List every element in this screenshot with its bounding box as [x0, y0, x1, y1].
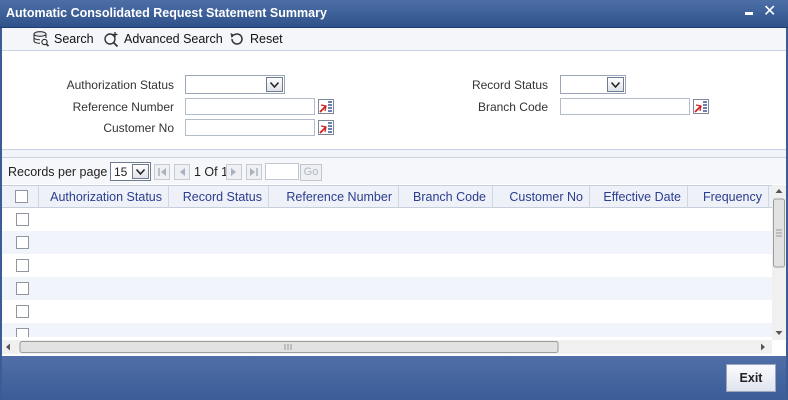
title-bar: Automatic Consolidated Request Statement… — [0, 0, 788, 28]
chevron-down-icon — [266, 77, 283, 92]
vertical-scrollbar[interactable] — [772, 185, 786, 340]
branch-code-input[interactable] — [560, 98, 690, 115]
record-status-select[interactable] — [560, 75, 626, 94]
toolbar: Search Advanced Search Reset — [2, 28, 786, 50]
row-checkbox[interactable] — [16, 282, 29, 295]
results-table: Authorization Status Record Status Refer… — [2, 185, 772, 337]
window-title: Automatic Consolidated Request Statement… — [6, 6, 327, 20]
customer-no-lov-icon[interactable] — [318, 120, 334, 135]
row-checkbox[interactable] — [16, 213, 29, 226]
search-button[interactable]: Search — [32, 30, 94, 48]
results-grid: Records per page 15 1 Of 1 Go Authorizat… — [2, 157, 786, 356]
branch-code-label: Branch Code — [477, 100, 548, 114]
advanced-search-button[interactable]: Advanced Search — [102, 30, 223, 48]
minimize-icon[interactable] — [745, 12, 753, 15]
select-all-cell — [2, 186, 39, 208]
column-header[interactable]: Record Status — [169, 186, 269, 208]
search-label: Search — [54, 32, 94, 46]
table-row[interactable] — [2, 277, 772, 300]
chevron-down-icon — [132, 164, 149, 179]
records-per-page-label: Records per page — [8, 165, 108, 179]
exit-button[interactable]: Exit — [726, 364, 776, 392]
records-per-page-value: 15 — [114, 165, 128, 179]
authorization-status-select[interactable] — [185, 75, 285, 94]
reference-number-label: Reference Number — [72, 100, 174, 114]
reset-icon — [230, 33, 243, 45]
column-header[interactable]: Branch Code — [399, 186, 493, 208]
database-search-icon — [33, 31, 50, 47]
reference-number-input[interactable] — [185, 98, 315, 115]
record-status-label: Record Status — [471, 78, 548, 92]
row-checkbox[interactable] — [16, 259, 29, 272]
table-row[interactable] — [2, 300, 772, 323]
next-page-icon[interactable] — [226, 164, 242, 180]
pager: Records per page 15 1 Of 1 Go — [2, 158, 786, 184]
records-per-page-select[interactable]: 15 — [110, 162, 151, 181]
reference-number-lov-icon[interactable] — [318, 99, 334, 114]
customer-no-input[interactable] — [185, 119, 315, 136]
go-button[interactable]: Go — [300, 164, 322, 181]
footer-bar — [2, 356, 786, 400]
first-page-icon[interactable] — [154, 164, 170, 180]
search-panel: Authorization Status Reference Number Cu… — [2, 50, 786, 150]
row-checkbox[interactable] — [16, 236, 29, 249]
authorization-status-label: Authorization Status — [66, 78, 174, 92]
page-info: 1 Of 1 — [194, 165, 229, 179]
table-row[interactable] — [2, 231, 772, 254]
table-header: Authorization Status Record Status Refer… — [2, 185, 772, 208]
table-row[interactable] — [2, 323, 772, 337]
table-row[interactable] — [2, 254, 772, 277]
reset-label: Reset — [250, 32, 283, 46]
column-header[interactable]: Reference Number — [269, 186, 399, 208]
customer-no-label: Customer No — [103, 121, 174, 135]
close-icon[interactable]: ✕ — [763, 2, 776, 22]
column-header[interactable]: Customer No — [493, 186, 590, 208]
reset-button[interactable]: Reset — [228, 30, 283, 48]
previous-page-icon[interactable] — [174, 164, 190, 180]
table-row[interactable] — [2, 208, 772, 231]
advanced-search-icon — [104, 32, 119, 48]
horizontal-scrollbar[interactable] — [2, 340, 772, 354]
row-checkbox[interactable] — [16, 305, 29, 318]
branch-code-lov-icon[interactable] — [693, 99, 709, 114]
column-header[interactable]: Authorization Status — [39, 186, 169, 208]
select-all-checkbox[interactable] — [15, 190, 28, 203]
chevron-down-icon — [607, 77, 624, 92]
advanced-search-label: Advanced Search — [124, 32, 223, 46]
column-header[interactable]: Frequency — [688, 186, 769, 208]
page-number-input[interactable] — [265, 163, 299, 180]
last-page-icon[interactable] — [246, 164, 262, 180]
row-checkbox[interactable] — [16, 328, 29, 337]
column-header[interactable]: Effective Date — [590, 186, 688, 208]
